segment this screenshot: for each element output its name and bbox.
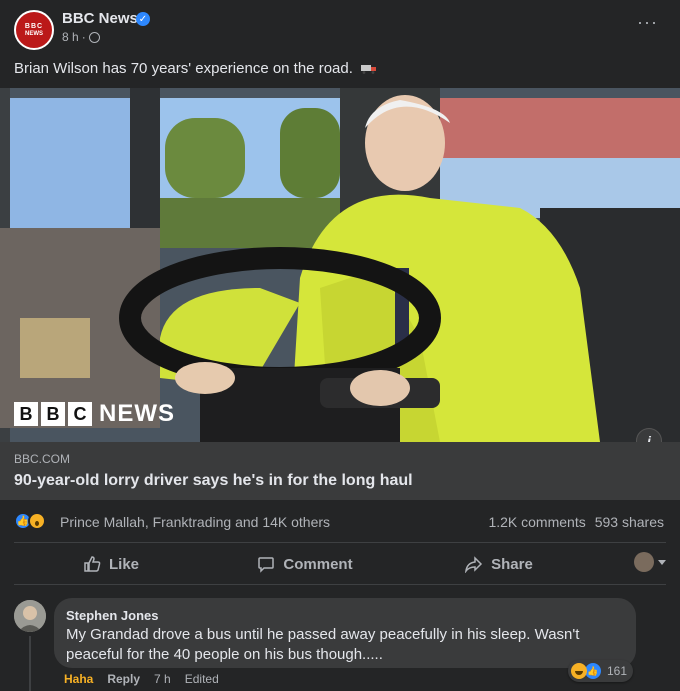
page-name-link[interactable]: BBC News [62,10,138,27]
post-time[interactable]: 8 h [62,30,79,44]
meta-separator: · [81,30,86,44]
more-options-button[interactable]: ··· [637,12,658,33]
thread-line [29,636,31,691]
thumbs-up-icon [84,556,101,572]
watermark-letter-c: C [68,402,92,426]
comment-bubble-icon [258,557,275,573]
chevron-down-icon [658,559,666,565]
bbc-news-watermark: B B C NEWS [14,400,175,428]
comments-count[interactable]: 1.2K comments [488,514,585,530]
like-button[interactable]: Like [14,545,208,583]
post-header: BBC NEWS BBC News ✓ 8 h · ··· [12,8,668,50]
share-button[interactable]: Share [402,545,596,583]
reaction-names[interactable]: Prince Mallah, Franktrading and 14K othe… [60,514,330,530]
verified-badge-icon: ✓ [136,12,150,26]
post-caption: Brian Wilson has 70 years' experience on… [14,60,377,77]
engagement-counts: 1.2K comments 593 shares [488,514,664,530]
commenter-avatar[interactable] [14,600,46,632]
comment-time[interactable]: 7 h [154,672,171,686]
comment-actions: Haha Reply 7 h Edited [64,672,219,686]
reaction-icons[interactable]: 👍 [14,512,46,530]
watermark-news: NEWS [99,400,175,427]
post-card: BBC NEWS BBC News ✓ 8 h · ··· Brian Wils… [0,0,680,691]
share-arrow-icon [465,556,483,573]
post-actions: Like Comment Share [14,545,666,583]
user-avatar [634,552,654,572]
comment-button[interactable]: Comment [208,545,402,583]
comment-reactions[interactable]: 👍 161 [568,660,634,682]
avatar-logo-bbc: BBC [24,22,44,30]
link-preview[interactable]: BBC.COM 90-year-old lorry driver says he… [0,442,680,500]
comment-author[interactable]: Stephen Jones [66,608,624,623]
photo-illustration [0,88,680,442]
comment-reply-button[interactable]: Reply [107,672,140,686]
like-reaction-icon-small: 👍 [585,663,601,679]
lorry-emoji-icon [361,65,377,74]
wow-reaction-icon [28,512,46,530]
caption-text: Brian Wilson has 70 years' experience on… [14,60,353,77]
profile-switcher[interactable] [634,552,666,572]
reaction-stats: 👍 Prince Mallah, Franktrading and 14K ot… [14,508,664,536]
comment-reaction-count: 161 [607,664,628,678]
comment-edited: Edited [184,672,219,686]
commenter-avatar-image [14,600,46,632]
comment-label: Comment [283,555,353,573]
page-avatar[interactable]: BBC NEWS [14,10,54,50]
watermark-letter-b2: B [41,402,65,426]
link-domain: BBC.COM [14,452,71,466]
haha-reaction-icon [571,663,587,679]
comment-haha-button[interactable]: Haha [64,672,93,686]
divider-bottom [14,584,666,585]
avatar-logo-news: NEWS [25,30,43,37]
watermark-letter-b1: B [14,402,38,426]
comment-text: My Grandad drove a bus until he passed a… [66,626,580,663]
globe-icon [88,31,100,43]
post-photo[interactable]: B B C NEWS i [0,88,680,442]
shares-count[interactable]: 593 shares [595,514,664,530]
divider-top [14,542,666,543]
link-headline[interactable]: 90-year-old lorry driver says he's in fo… [14,472,413,490]
post-meta: 8 h · [62,30,100,44]
like-label: Like [108,555,139,573]
share-label: Share [491,555,533,573]
comment-bubble: Stephen Jones My Grandad drove a bus unt… [54,598,636,668]
